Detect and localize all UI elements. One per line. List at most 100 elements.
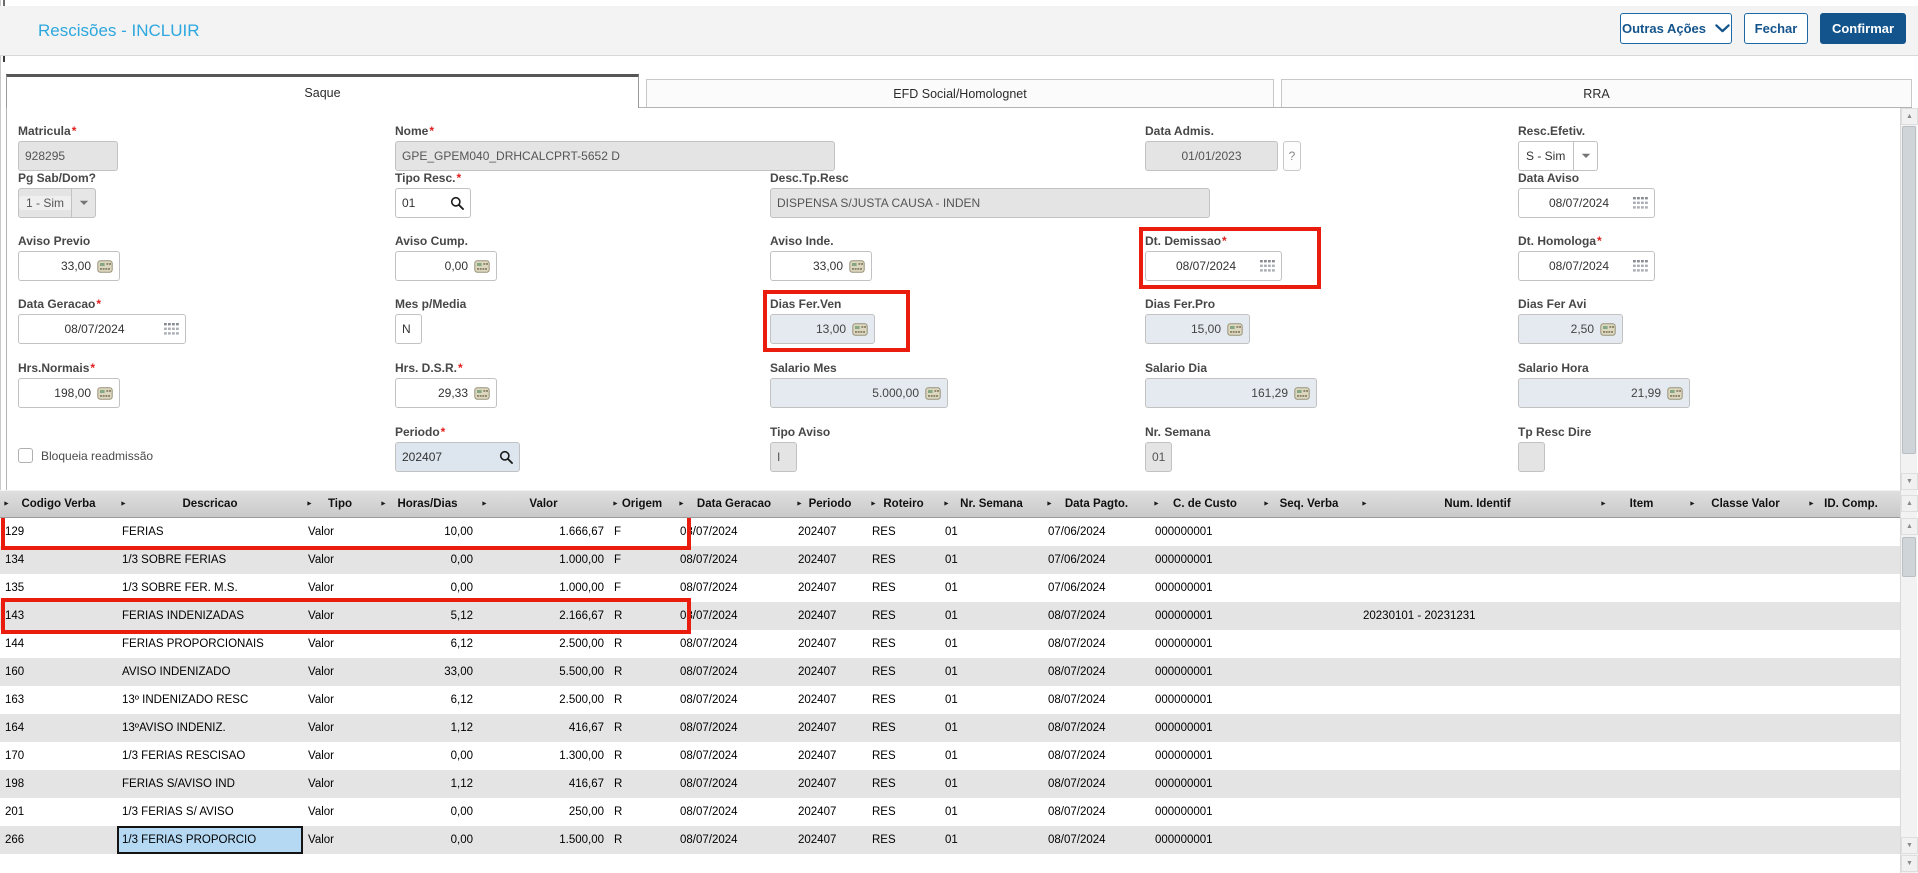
- grid-col-header[interactable]: ► Item: [1597, 491, 1686, 517]
- grid-row-266[interactable]: 266 1/3 FERIAS PROPORCIO Valor 0,00 1.500,00…: [0, 826, 1901, 854]
- grid-cell[interactable]: RES: [867, 714, 940, 742]
- grid-cell[interactable]: 1.666,67: [478, 518, 609, 546]
- grid-scroll-top-box[interactable]: ▲: [1900, 490, 1918, 518]
- grid-row-160[interactable]: 160 AVISO INDENIZADO Valor 33,00 5.500,00 R 08…: [0, 658, 1901, 686]
- grid-cell[interactable]: [1805, 826, 1897, 854]
- grid-cell[interactable]: 01: [940, 770, 1043, 798]
- grid-col-header[interactable]: ► Roteiro: [867, 491, 940, 517]
- grid-cell[interactable]: 1,12: [377, 770, 478, 798]
- grid-cell[interactable]: 08/07/2024: [1043, 770, 1150, 798]
- grid-cell[interactable]: [1686, 518, 1805, 546]
- grid-row-201[interactable]: 201 1/3 FERIAS S/ AVISO Valor 0,00 250,00 R 08…: [0, 798, 1901, 826]
- grid-cell[interactable]: 0,00: [377, 574, 478, 602]
- grid-cell[interactable]: R: [609, 602, 675, 630]
- grid-row-144[interactable]: 144 FERIAS PROPORCIONAIS Valor 6,12 2.500,00…: [0, 630, 1901, 658]
- grid-cell[interactable]: 000000001: [1150, 798, 1260, 826]
- grid-col-header[interactable]: ► Classe Valor: [1686, 491, 1805, 517]
- grid-cell[interactable]: [1597, 798, 1686, 826]
- grid-cell[interactable]: 202407: [793, 686, 867, 714]
- grid-cell[interactable]: [1686, 574, 1805, 602]
- grid-cell[interactable]: 33,00: [377, 658, 478, 686]
- grid-cell[interactable]: [1686, 686, 1805, 714]
- grid-cell[interactable]: R: [609, 798, 675, 826]
- grid-cell[interactable]: 01: [940, 826, 1043, 854]
- grid-cell[interactable]: 1.000,00: [478, 574, 609, 602]
- grid-cell[interactable]: 1/3 SOBRE FERIAS: [117, 546, 303, 574]
- grid-cell[interactable]: [1597, 714, 1686, 742]
- grid-cell[interactable]: AVISO INDENIZADO: [117, 658, 303, 686]
- grid-cell[interactable]: 000000001: [1150, 658, 1260, 686]
- grid-cell[interactable]: 0,00: [377, 742, 478, 770]
- grid-cell[interactable]: Valor: [303, 714, 377, 742]
- grid-cell[interactable]: [1686, 742, 1805, 770]
- grid-col-header[interactable]: ► Valor: [478, 491, 609, 517]
- grid-cell[interactable]: [1805, 798, 1897, 826]
- grid-cell[interactable]: [1686, 798, 1805, 826]
- grid-cell[interactable]: 01: [940, 630, 1043, 658]
- grid-cell[interactable]: Valor: [303, 826, 377, 854]
- data-admis-help-button[interactable]: ?: [1283, 141, 1301, 171]
- grid-cell[interactable]: 202407: [793, 518, 867, 546]
- grid-cell[interactable]: 0,00: [377, 826, 478, 854]
- grid-cell[interactable]: 01: [940, 658, 1043, 686]
- grid-cell[interactable]: F: [609, 518, 675, 546]
- periodo-input[interactable]: 202407: [395, 442, 520, 472]
- grid-cell[interactable]: FERIAS: [117, 518, 303, 546]
- grid-cell[interactable]: 416,67: [478, 770, 609, 798]
- grid-cell[interactable]: 08/07/2024: [675, 742, 793, 770]
- grid-cell[interactable]: 266: [0, 826, 117, 854]
- grid-col-header[interactable]: ► Seq. Verba: [1260, 491, 1358, 517]
- calendar-icon[interactable]: [1633, 197, 1648, 209]
- grid-cell[interactable]: 08/07/2024: [675, 798, 793, 826]
- grid-cell[interactable]: 1.500,00: [478, 826, 609, 854]
- grid-cell[interactable]: [1686, 546, 1805, 574]
- grid-cell[interactable]: [1260, 686, 1358, 714]
- data-geracao-input[interactable]: 08/07/2024: [18, 314, 186, 344]
- grid-cell[interactable]: [1597, 742, 1686, 770]
- grid-col-header[interactable]: ► Horas/Dias: [377, 491, 478, 517]
- grid-cell[interactable]: 135: [0, 574, 117, 602]
- grid-cell[interactable]: Valor: [303, 658, 377, 686]
- scroll-down-icon[interactable]: ▼: [1901, 855, 1918, 872]
- grid-cell[interactable]: 000000001: [1150, 574, 1260, 602]
- grid-cell[interactable]: 07/06/2024: [1043, 546, 1150, 574]
- grid-cell[interactable]: RES: [867, 798, 940, 826]
- grid-cell[interactable]: 08/07/2024: [675, 602, 793, 630]
- grid-cell[interactable]: 08/07/2024: [1043, 602, 1150, 630]
- grid-cell[interactable]: 144: [0, 630, 117, 658]
- grid-cell[interactable]: 08/07/2024: [675, 658, 793, 686]
- grid-cell[interactable]: R: [609, 714, 675, 742]
- grid-cell[interactable]: [1805, 574, 1897, 602]
- grid-cell[interactable]: 000000001: [1150, 518, 1260, 546]
- grid-cell[interactable]: [1260, 826, 1358, 854]
- grid-cell[interactable]: [1358, 742, 1597, 770]
- grid-col-header[interactable]: ► Data Pagto.: [1043, 491, 1150, 517]
- grid-cell[interactable]: 08/07/2024: [1043, 658, 1150, 686]
- grid-cell[interactable]: [1597, 658, 1686, 686]
- grid-col-header[interactable]: ► Periodo: [793, 491, 867, 517]
- grid-cell[interactable]: Valor: [303, 546, 377, 574]
- hrs-dsr-input[interactable]: 29,33: [395, 378, 497, 408]
- grid-cell[interactable]: RES: [867, 770, 940, 798]
- grid-cell[interactable]: 129: [0, 518, 117, 546]
- grid-cell[interactable]: [1358, 630, 1597, 658]
- grid-cell[interactable]: 2.500,00: [478, 630, 609, 658]
- grid-cell[interactable]: 000000001: [1150, 742, 1260, 770]
- grid-cell[interactable]: Valor: [303, 770, 377, 798]
- grid-cell[interactable]: [1260, 574, 1358, 602]
- data-aviso-input[interactable]: 08/07/2024: [1518, 188, 1655, 218]
- grid-cell[interactable]: F: [609, 574, 675, 602]
- grid-col-header[interactable]: ► Num. Identif: [1358, 491, 1597, 517]
- grid-cell[interactable]: 202407: [793, 658, 867, 686]
- grid-cell[interactable]: 08/07/2024: [675, 630, 793, 658]
- grid-cell[interactable]: Valor: [303, 630, 377, 658]
- grid-cell[interactable]: 160: [0, 658, 117, 686]
- grid-cell[interactable]: 202407: [793, 574, 867, 602]
- grid-row-129[interactable]: 129 FERIAS Valor 10,00 1.666,67 F 08/07/2024 20…: [0, 518, 1901, 546]
- grid-cell[interactable]: [1805, 686, 1897, 714]
- grid-cell[interactable]: [1805, 546, 1897, 574]
- grid-cell[interactable]: Valor: [303, 742, 377, 770]
- calendar-icon[interactable]: [1260, 260, 1275, 272]
- grid-cell[interactable]: 1/3 FERIAS RESCISAO: [117, 742, 303, 770]
- grid-row-163[interactable]: 163 13º INDENIZADO RESC Valor 6,12 2.500,00 R…: [0, 686, 1901, 714]
